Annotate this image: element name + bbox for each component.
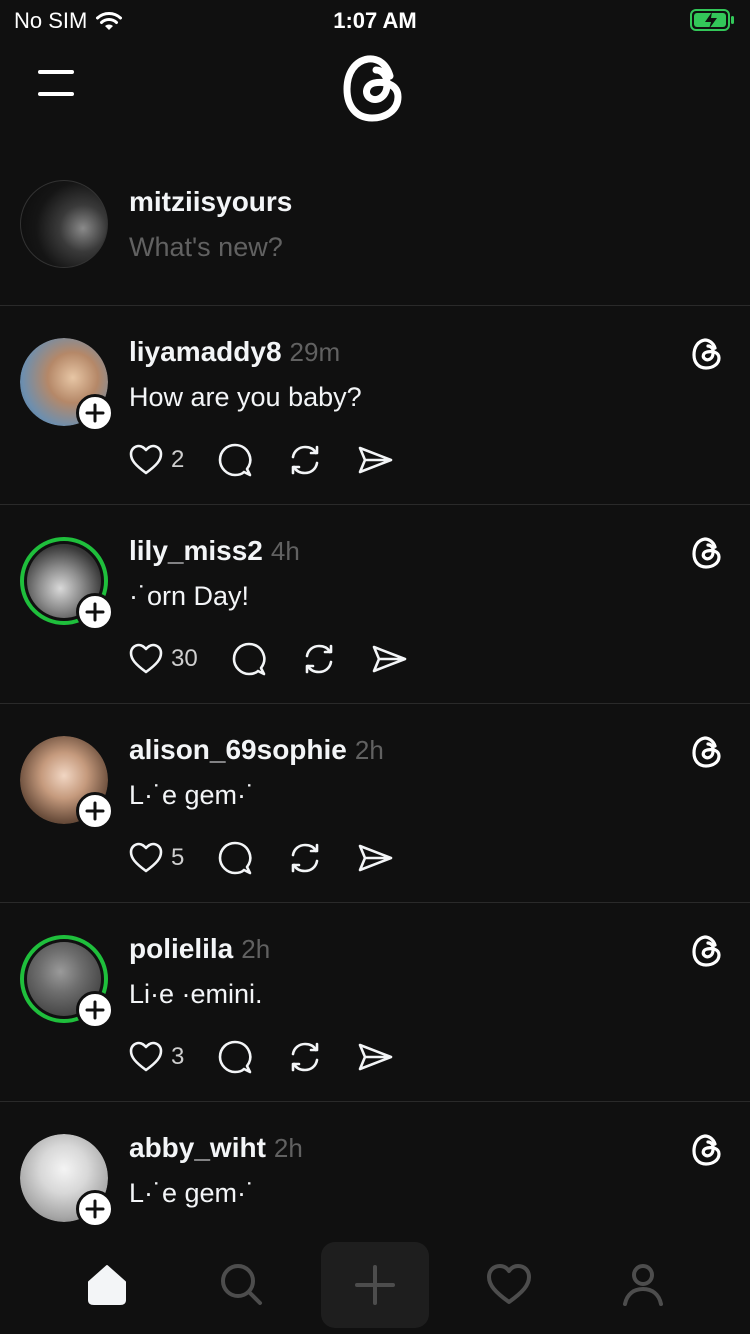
- post-actions: 5: [127, 838, 426, 878]
- comment-icon: [219, 1040, 253, 1074]
- like-button[interactable]: 2: [127, 441, 184, 479]
- app-header: [0, 40, 750, 140]
- heart-icon: [129, 842, 163, 873]
- bottom-tab-bar: [0, 1234, 750, 1334]
- share-button[interactable]: [356, 839, 394, 877]
- post-time: 4h: [270, 536, 300, 566]
- share-icon: [372, 645, 407, 673]
- post-text: ·˙orn Day!: [129, 581, 250, 611]
- tab-activity[interactable]: [464, 1244, 554, 1324]
- tab-profile[interactable]: [598, 1244, 688, 1324]
- share-icon: [359, 446, 393, 474]
- post-username[interactable]: abby_wiht 2h: [129, 1132, 303, 1164]
- follow-plus-icon[interactable]: [76, 593, 114, 631]
- post-time: 2h: [241, 934, 271, 964]
- compose-input[interactable]: What's new?: [129, 232, 283, 263]
- repost-button[interactable]: [300, 640, 338, 678]
- threads-icon[interactable]: [690, 933, 724, 969]
- post-username[interactable]: alison_69sophie 2h: [129, 734, 384, 766]
- comment-button[interactable]: [216, 441, 254, 479]
- battery-charging-icon: [690, 9, 734, 31]
- heart-icon: [129, 643, 163, 674]
- heart-icon: [129, 444, 163, 475]
- tab-search[interactable]: [196, 1244, 286, 1324]
- post-avatar[interactable]: [20, 338, 114, 432]
- share-button[interactable]: [356, 441, 394, 479]
- follow-plus-icon[interactable]: [76, 991, 114, 1029]
- post-username[interactable]: liyamaddy8 29m: [129, 336, 340, 368]
- like-count: 3: [171, 1043, 185, 1070]
- heart-icon: [129, 1041, 163, 1072]
- threads-icon[interactable]: [690, 734, 724, 770]
- profile-icon: [623, 1264, 663, 1306]
- comment-icon: [219, 841, 253, 875]
- repost-icon: [292, 843, 319, 873]
- comment-icon: [232, 642, 266, 676]
- comment-button[interactable]: [216, 1038, 254, 1076]
- activity-icon: [487, 1264, 531, 1304]
- status-time: 1:07 AM: [333, 8, 417, 33]
- like-count: 2: [171, 446, 185, 473]
- comment-icon: [219, 443, 253, 477]
- post-actions: 2: [127, 440, 426, 480]
- post-actions: 3: [127, 1037, 426, 1077]
- repost-icon: [292, 1042, 319, 1072]
- post-actions: 30: [127, 639, 440, 679]
- comment-button[interactable]: [230, 640, 268, 678]
- threads-icon[interactable]: [690, 336, 724, 372]
- comment-button[interactable]: [216, 839, 254, 877]
- home-icon: [88, 1265, 126, 1305]
- post-username[interactable]: polielila 2h: [129, 933, 270, 965]
- threads-feed: liyamaddy8 29m How are you baby? 2 lily_…: [0, 306, 750, 1301]
- share-button[interactable]: [370, 640, 408, 678]
- post-time: 2h: [273, 1133, 303, 1163]
- my-username: mitziisyours: [129, 186, 293, 217]
- like-button[interactable]: 3: [127, 1038, 184, 1076]
- share-icon: [359, 844, 393, 872]
- repost-icon: [305, 644, 333, 674]
- like-button[interactable]: 30: [127, 640, 198, 678]
- post-time: 2h: [354, 735, 384, 765]
- post-text: L·˙e gem·˙: [129, 780, 256, 810]
- post-avatar[interactable]: [20, 1134, 114, 1228]
- follow-plus-icon[interactable]: [76, 1190, 114, 1228]
- post-avatar[interactable]: [20, 736, 114, 830]
- tab-new-thread[interactable]: [321, 1242, 429, 1328]
- menu-icon[interactable]: [36, 66, 76, 100]
- post-item[interactable]: alison_69sophie 2h L·˙e gem·˙ 5: [0, 704, 750, 903]
- post-time: 29m: [289, 337, 341, 367]
- post-item[interactable]: polielila 2h Li·e ·emini. 3: [0, 903, 750, 1102]
- post-avatar[interactable]: [20, 935, 114, 1029]
- tab-home[interactable]: [62, 1244, 152, 1324]
- repost-button[interactable]: [286, 441, 324, 479]
- like-count: 30: [171, 645, 198, 672]
- new-thread-composer[interactable]: mitziisyours What's new?: [0, 160, 750, 306]
- my-avatar[interactable]: [20, 180, 108, 268]
- repost-button[interactable]: [286, 1038, 324, 1076]
- share-button[interactable]: [356, 1038, 394, 1076]
- threads-icon[interactable]: [690, 535, 724, 571]
- follow-plus-icon[interactable]: [76, 792, 114, 830]
- like-count: 5: [171, 844, 185, 871]
- post-avatar[interactable]: [20, 537, 114, 631]
- post-text: How are you baby?: [129, 382, 362, 412]
- follow-plus-icon[interactable]: [76, 394, 114, 432]
- post-item[interactable]: liyamaddy8 29m How are you baby? 2: [0, 306, 750, 505]
- threads-icon[interactable]: [690, 1132, 724, 1168]
- plus-icon: [355, 1265, 395, 1305]
- repost-icon: [292, 445, 319, 475]
- search-icon: [221, 1264, 262, 1305]
- share-icon: [359, 1043, 393, 1071]
- status-bar: No SIM 1:07 AM: [0, 0, 750, 40]
- post-item[interactable]: lily_miss2 4h ·˙orn Day! 30: [0, 505, 750, 704]
- post-text: Li·e ·emini.: [129, 979, 263, 1009]
- post-username[interactable]: lily_miss2 4h: [129, 535, 300, 567]
- repost-button[interactable]: [286, 839, 324, 877]
- post-text: L·˙e gem·˙: [129, 1178, 256, 1208]
- threads-logo[interactable]: [340, 48, 410, 128]
- like-button[interactable]: 5: [127, 839, 184, 877]
